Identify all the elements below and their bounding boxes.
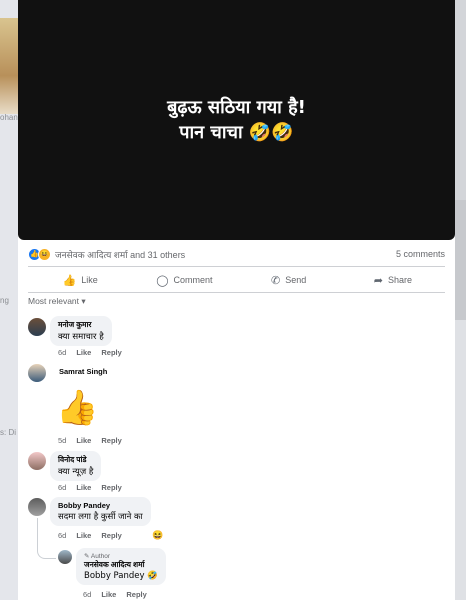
thumbs-up-icon: 👍 xyxy=(62,274,77,287)
comment-like-button[interactable]: Like xyxy=(76,531,91,540)
action-label: Share xyxy=(387,275,412,285)
action-label: Send xyxy=(285,275,307,285)
comment-time[interactable]: 6d xyxy=(58,483,66,492)
comment-reply-button[interactable]: Reply xyxy=(101,531,121,540)
video-caption-line: पान चाचा 🤣🤣 xyxy=(179,122,294,143)
share-icon: ➦ xyxy=(373,274,383,287)
comment-text: Bobby Pandey 🤣 xyxy=(84,571,158,581)
avatar[interactable] xyxy=(28,498,46,516)
action-label: Comment xyxy=(173,275,213,285)
comment-button[interactable]: ◯ Comment xyxy=(132,270,236,290)
background-text: ng xyxy=(0,296,9,305)
comment-author[interactable]: मनोज कुमार xyxy=(58,320,104,330)
comment-like-button[interactable]: Like xyxy=(76,483,91,492)
video-caption-line: बुढ़ऊ सठिया गया है! xyxy=(167,97,306,118)
comment-bubble: विनोद पांडे क्या न्यूज़ है xyxy=(50,451,102,481)
comment-count-link[interactable]: 5 comments xyxy=(396,249,445,259)
comment-text: क्या न्यूज़ है xyxy=(58,467,94,477)
comment-author[interactable]: जनसेवक आदित्य शर्मा xyxy=(84,560,158,570)
comment-icon: ◯ xyxy=(156,274,169,287)
comment-reaction-icon[interactable]: 😆 xyxy=(152,530,163,541)
comment-author[interactable]: विनोद पांडे xyxy=(58,455,93,465)
comment-reply-button[interactable]: Reply xyxy=(101,483,121,492)
post-action-bar: 👍 Like ◯ Comment ✆ Send ➦ Share xyxy=(28,270,445,290)
comment-meta: 5d Like Reply xyxy=(58,436,122,445)
divider xyxy=(28,292,445,293)
comment-time[interactable]: 5d xyxy=(58,436,66,445)
comment-meta: 6d Like Reply xyxy=(83,590,147,599)
background-left-panel: ohan ng s: Di xyxy=(0,0,18,600)
comment-reply-button[interactable]: Reply xyxy=(101,348,121,357)
comment-sort-dropdown[interactable]: Most relevant ▾ xyxy=(28,296,86,307)
comment-bubble: मनोज कुमार क्या समाचार है xyxy=(50,316,112,346)
comment-author[interactable]: Samrat Singh xyxy=(59,367,107,376)
comment-time[interactable]: 6d xyxy=(58,531,66,540)
background-text: ohan xyxy=(0,113,18,122)
whatsapp-icon: ✆ xyxy=(271,274,281,287)
sort-label: Most relevant xyxy=(28,296,80,306)
divider xyxy=(28,266,445,267)
like-button[interactable]: 👍 Like xyxy=(28,270,132,290)
comment-like-button[interactable]: Like xyxy=(76,436,91,445)
chevron-down-icon: ▾ xyxy=(81,296,86,306)
pencil-icon: ✎ xyxy=(84,553,90,560)
reply-bubble: ✎ Author जनसेवक आदित्य शर्मा Bobby Pande… xyxy=(76,548,166,585)
comment-like-button[interactable]: Like xyxy=(76,348,91,357)
comment-meta: 6d Like Reply xyxy=(58,483,122,492)
comment-meta: 6d Like Reply xyxy=(58,348,122,357)
comment-like-button[interactable]: Like xyxy=(101,590,116,599)
action-label: Like xyxy=(81,275,98,285)
background-text: s: Di xyxy=(0,428,16,437)
comment-bubble: Bobby Pandey सदमा लगा है कुर्सी जाने का xyxy=(50,497,151,526)
avatar[interactable] xyxy=(28,452,46,470)
comment-text: सदमा लगा है कुर्सी जाने का xyxy=(58,512,143,522)
comment-text: क्या समाचार है xyxy=(58,332,104,342)
reply-thread-line xyxy=(37,518,56,559)
comment-meta: 6d Like Reply xyxy=(58,531,122,540)
comment-time[interactable]: 6d xyxy=(58,348,66,357)
comment-reply-button[interactable]: Reply xyxy=(126,590,146,599)
background-thumbnail xyxy=(0,18,18,114)
haha-reaction-icon: 😆 xyxy=(38,247,51,261)
reactors-link[interactable]: जनसेवक आदित्य शर्मा and 31 others xyxy=(55,248,185,261)
background-right-panel xyxy=(455,0,466,600)
reaction-summary: 👍 😆 जनसेवक आदित्य शर्मा and 31 others 5 … xyxy=(28,245,445,263)
avatar[interactable] xyxy=(28,318,46,336)
thumbs-up-sticker: 👍 xyxy=(56,389,99,427)
comment-reply-button[interactable]: Reply xyxy=(101,436,121,445)
comment-author[interactable]: Bobby Pandey xyxy=(58,501,143,510)
avatar[interactable] xyxy=(28,364,46,382)
send-button[interactable]: ✆ Send xyxy=(237,270,341,290)
comment-time[interactable]: 6d xyxy=(83,590,91,599)
share-button[interactable]: ➦ Share xyxy=(341,270,445,290)
post-video[interactable]: बुढ़ऊ सठिया गया है! पान चाचा 🤣🤣 xyxy=(18,0,455,240)
avatar[interactable] xyxy=(58,550,72,564)
post-modal: बुढ़ऊ सठिया गया है! पान चाचा 🤣🤣 👍 😆 जनसे… xyxy=(18,0,455,600)
author-badge: ✎ Author xyxy=(84,553,111,560)
